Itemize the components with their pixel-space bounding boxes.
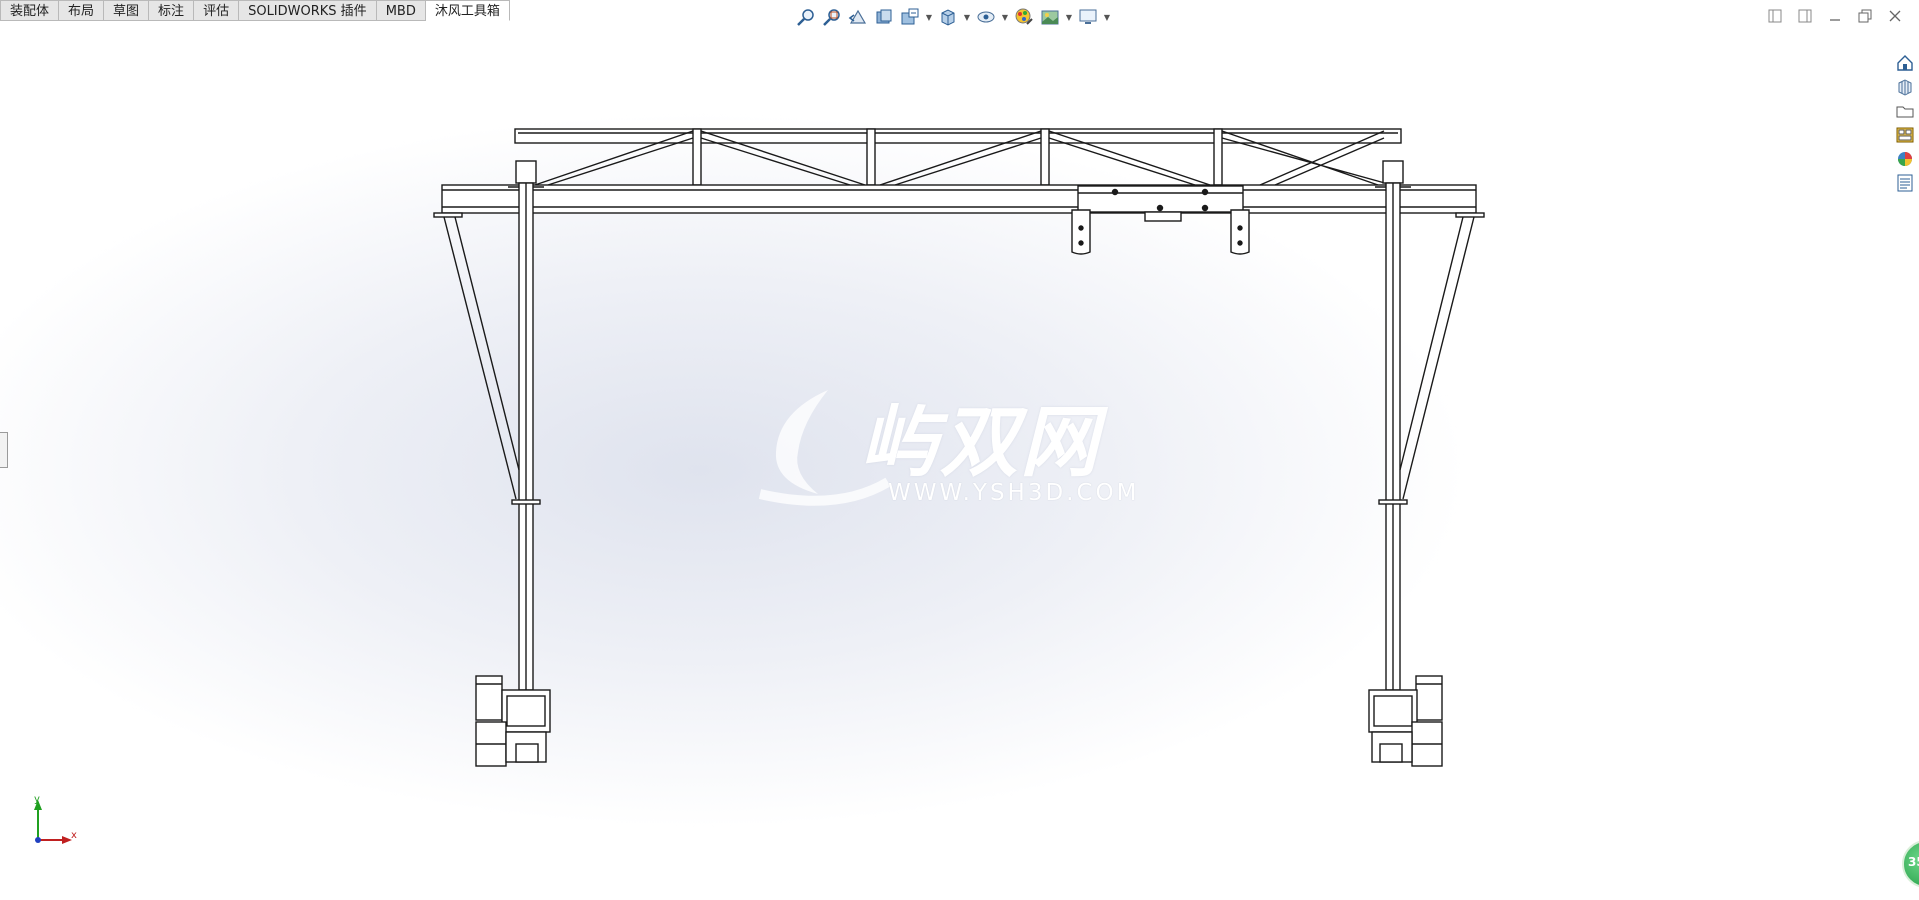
- badge-text: 35: [1908, 855, 1919, 869]
- triad-x-label: x: [71, 830, 77, 841]
- watermark-brand: 屿双网: [860, 398, 1101, 488]
- watermark-url: WWW.YSH3D.COM: [888, 480, 1140, 506]
- triad-y-label: y: [34, 794, 40, 805]
